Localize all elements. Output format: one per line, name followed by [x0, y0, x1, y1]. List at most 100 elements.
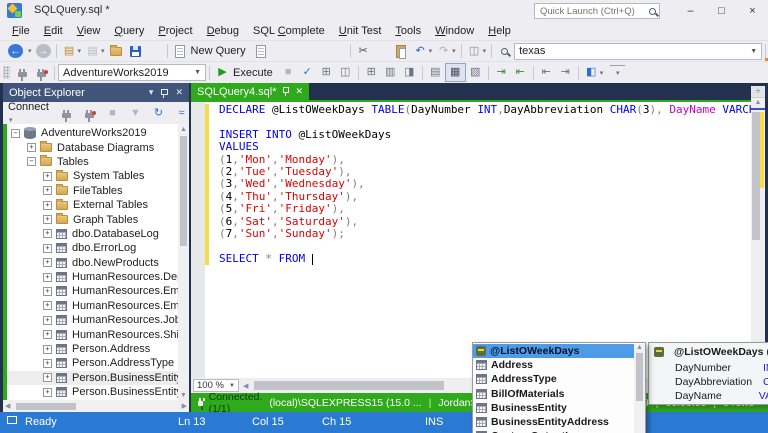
expand-icon[interactable]: + — [43, 301, 52, 310]
find-combo[interactable]: texas▼ — [514, 43, 762, 60]
expand-icon[interactable]: + — [43, 388, 52, 397]
mdx-query-button[interactable] — [271, 42, 290, 61]
tree-item-humanresources-jobc[interactable]: +HumanResources.JobC — [3, 313, 178, 327]
close-button[interactable]: × — [737, 0, 768, 22]
parse-button[interactable]: ✓ — [298, 63, 317, 82]
navigate-backward-dropdown[interactable]: ▾ — [25, 42, 34, 61]
connect-button[interactable] — [13, 63, 32, 82]
code-line-3[interactable]: INSERT INTO @ListOWeekDays — [219, 129, 749, 141]
scrollbar-thumb[interactable] — [752, 112, 760, 240]
collapse-icon[interactable]: − — [11, 129, 20, 138]
browser-window-button[interactable]: ◫▾ — [465, 42, 489, 61]
tab-sqlquery4[interactable]: SQLQuery4.sql* ✕ — [191, 83, 309, 100]
scroll-left-icon[interactable]: ◀ — [5, 402, 10, 410]
splitter-handle[interactable]: ÷ — [751, 86, 765, 98]
new-query-button[interactable]: New Query — [171, 42, 252, 61]
navigate-backward-button[interactable]: ← — [6, 42, 25, 61]
minimize-button[interactable]: – — [675, 0, 706, 22]
scrollbar-thumb[interactable] — [254, 381, 444, 390]
scroll-left-icon[interactable]: ◀ — [239, 382, 252, 390]
tree-item-humanresources-emp[interactable]: +HumanResources.Emp — [3, 299, 178, 313]
expand-icon[interactable]: + — [43, 273, 52, 282]
expand-icon[interactable]: + — [43, 229, 52, 238]
intellisense-scrollbar[interactable]: ▲ ▼ — [634, 344, 645, 433]
intellisense-item-businessentity[interactable]: BusinessEntity — [473, 401, 634, 415]
menu-file[interactable]: File — [5, 22, 37, 40]
scroll-up-icon[interactable]: ▲ — [180, 124, 187, 134]
execute-button[interactable]: ▶Execute — [213, 63, 279, 82]
cancel-query-button[interactable]: ■ — [279, 63, 298, 82]
code-line-1[interactable]: DECLARE @ListOWeekDays TABLE(DayNumber I… — [219, 104, 749, 116]
expand-icon[interactable]: + — [43, 287, 52, 296]
tree-item-person-addresstype[interactable]: +Person.AddressType — [3, 356, 178, 370]
selection-margin[interactable] — [191, 102, 205, 378]
menu-help[interactable]: Help — [481, 22, 518, 40]
expand-icon[interactable]: + — [43, 215, 52, 224]
chevron-down-icon[interactable]: ▾ — [452, 47, 456, 55]
expand-icon[interactable]: + — [43, 201, 52, 210]
results-to-text-button[interactable]: ▤ — [426, 63, 445, 82]
intellisense-item-addresstype[interactable]: AddressType — [473, 372, 634, 386]
undo-button[interactable]: ↶▾ — [411, 42, 435, 61]
results-to-grid-button[interactable]: ▦ — [445, 63, 466, 82]
expand-icon[interactable]: + — [43, 316, 52, 325]
chevron-down-icon[interactable]: ▾ — [101, 47, 105, 55]
editor-vscrollbar[interactable]: ÷ ▲ ▼ — [751, 86, 765, 377]
scrollbar-thumb[interactable] — [180, 136, 187, 246]
code-surface[interactable]: DECLARE @ListOWeekDays TABLE(DayNumber I… — [191, 102, 765, 378]
chevron-down-icon[interactable]: ▾ — [600, 69, 604, 77]
actual-plan-button[interactable]: ⊞ — [362, 63, 381, 82]
tree-item-person-businessentity[interactable]: +Person.BusinessEntity — [3, 371, 178, 385]
change-connection-button[interactable] — [32, 63, 51, 82]
chevron-down-icon[interactable]: ▼ — [746, 48, 757, 55]
code-line-13[interactable]: SELECT * FROM — [219, 253, 749, 265]
scroll-up-icon[interactable]: ▲ — [755, 98, 762, 108]
tree-item-person-businessentitya[interactable]: +Person.BusinessEntityA — [3, 385, 178, 399]
expand-icon[interactable]: + — [43, 258, 52, 267]
expand-icon[interactable]: + — [43, 359, 52, 368]
tree-item-dbo-errorlog[interactable]: +dbo.ErrorLog — [3, 241, 178, 255]
window-menu-icon[interactable]: ▾ — [149, 87, 154, 98]
expand-icon[interactable]: + — [43, 345, 52, 354]
stop-icon[interactable]: ■ — [101, 104, 124, 123]
tree-item-database-diagrams[interactable]: +Database Diagrams — [3, 140, 178, 154]
toolbar-overflow-button[interactable]: ▾ — [605, 63, 630, 82]
database-engine-query-button[interactable] — [252, 42, 271, 61]
expand-icon[interactable]: + — [43, 373, 52, 382]
copy-button[interactable] — [373, 42, 392, 61]
pin-icon[interactable] — [160, 88, 168, 98]
menu-unit-test[interactable]: Unit Test — [332, 22, 389, 40]
chevron-down-icon[interactable]: ▾ — [78, 47, 82, 55]
uncomment-button[interactable]: ⇤ — [511, 63, 530, 82]
close-tab-icon[interactable]: ✕ — [295, 86, 303, 97]
intellisense-item-businessentityaddress[interactable]: BusinessEntityAddress — [473, 415, 634, 429]
menu-debug[interactable]: Debug — [200, 22, 246, 40]
navigate-forward-button[interactable]: → — [34, 42, 53, 61]
tree-item-dbo-databaselog[interactable]: +dbo.DatabaseLog — [3, 227, 178, 241]
refresh-icon[interactable]: ↻ — [147, 104, 170, 123]
chevron-down-icon[interactable]: ▾ — [429, 47, 433, 55]
live-stats-button[interactable]: ▥ — [381, 63, 400, 82]
scrollbar-thumb[interactable] — [16, 403, 76, 410]
results-to-file-button[interactable]: ▧ — [466, 63, 485, 82]
dmx-query-button[interactable] — [290, 42, 309, 61]
new-project-button[interactable]: ▤▾ — [60, 42, 84, 61]
comment-button[interactable]: ⇥ — [492, 63, 511, 82]
pin-tab-icon[interactable] — [282, 87, 289, 96]
toolbar-grip[interactable] — [3, 66, 10, 79]
scrollbar-track[interactable] — [751, 110, 765, 367]
intellisense-item-billofmaterials[interactable]: BillOfMaterials — [473, 387, 634, 401]
quick-launch-box[interactable] — [534, 3, 660, 19]
find-button[interactable] — [495, 42, 514, 61]
menu-window[interactable]: Window — [428, 22, 481, 40]
xmla-query-button[interactable] — [309, 42, 328, 61]
scrollbar-thumb[interactable] — [636, 353, 643, 401]
tree-item-system-tables[interactable]: +System Tables — [3, 169, 178, 183]
menu-sql-complete[interactable]: SQL Complete — [246, 22, 332, 40]
intellisense-item-captureoutputlog[interactable]: CaptureOutputLog — [473, 429, 634, 433]
tree-item-humanresources-emp[interactable]: +HumanResources.Emp — [3, 284, 178, 298]
open-file-button[interactable] — [107, 42, 126, 61]
close-panel-icon[interactable]: ✕ — [175, 87, 183, 98]
expand-icon[interactable]: + — [43, 244, 52, 253]
tree-item-dbo-newproducts[interactable]: +dbo.NewProducts — [3, 256, 178, 270]
